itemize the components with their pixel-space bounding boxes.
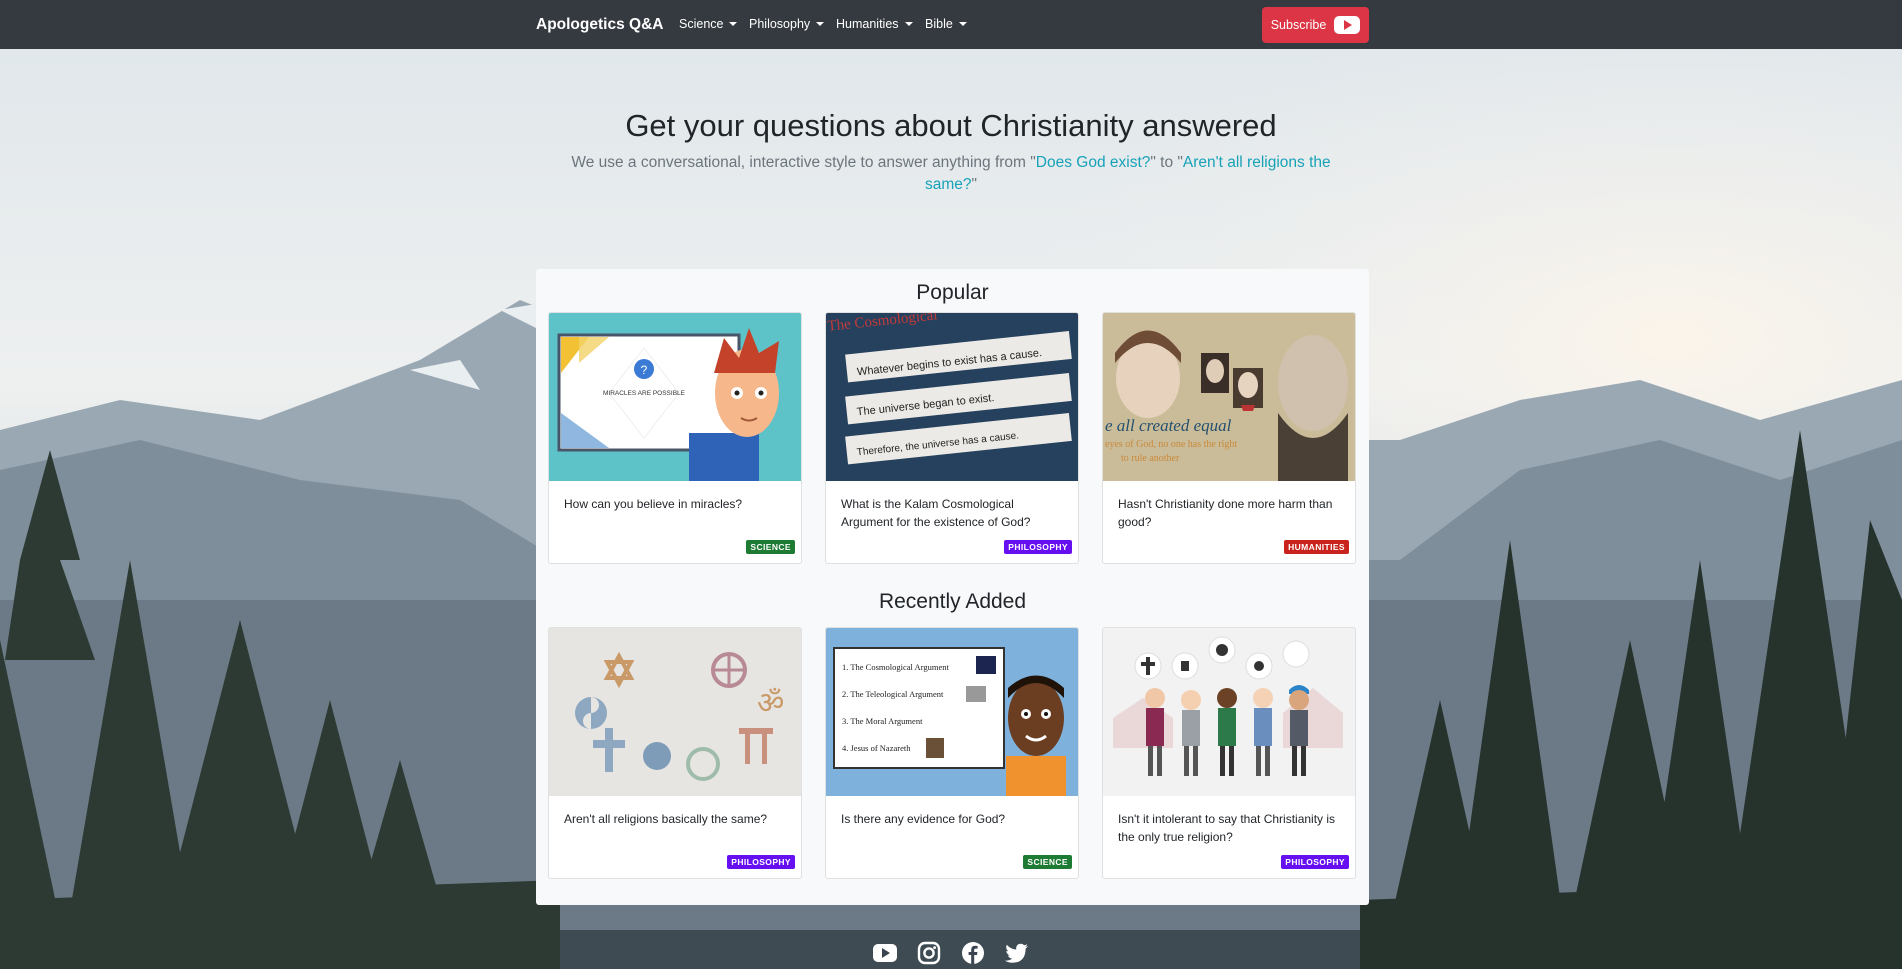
nav-menu-label: Bible [925, 17, 953, 31]
thumb-text: 3. The Moral Argument [842, 716, 923, 726]
category-badge-science: SCIENCE [1023, 855, 1072, 869]
question-text: Hasn't Christianity done more harm than … [1118, 497, 1333, 529]
category-badge-science: SCIENCE [746, 540, 795, 554]
instagram-icon[interactable] [916, 941, 942, 965]
page-subtitle: We use a conversational, interactive sty… [570, 152, 1332, 196]
chevron-down-icon [816, 22, 825, 26]
question-card-intolerant[interactable]: Isn't it intolerant to say that Christia… [1102, 627, 1356, 879]
question-text: What is the Kalam Cosmological Argument … [841, 497, 1031, 529]
subscribe-button[interactable]: Subscribe [1262, 7, 1369, 43]
chevron-down-icon [729, 22, 738, 26]
top-navbar: Apologetics Q&A Science Philosophy Human… [0, 0, 1902, 49]
facebook-icon[interactable] [960, 941, 986, 965]
thumb-text: 4. Jesus of Nazareth [842, 743, 911, 753]
question-card-evidence-for-god[interactable]: 1. The Cosmological Argument 2. The Tele… [825, 627, 1079, 879]
youtube-icon [1334, 16, 1361, 34]
section-title-recently-added: Recently Added [878, 590, 1027, 613]
link-does-god-exist[interactable]: Does God exist? [1036, 154, 1151, 171]
thumb-text: to rule another [1121, 453, 1180, 464]
svg-text:ॐ: ॐ [757, 686, 784, 721]
nav-menu-bible[interactable]: Bible [925, 17, 967, 31]
youtube-icon[interactable] [872, 941, 898, 965]
category-badge-humanities: HUMANITIES [1284, 540, 1349, 554]
section-title-popular: Popular [916, 281, 989, 304]
social-links [0, 941, 1902, 965]
brand-logo[interactable]: Apologetics Q&A [536, 16, 663, 34]
category-badge-philosophy: PHILOSOPHY [1281, 855, 1349, 869]
thumbnail-evidence: 1. The Cosmological Argument 2. The Tele… [826, 628, 1078, 796]
thumb-text: MIRACLES ARE POSSIBLE [603, 390, 686, 397]
thumbnail-miracles: ? MIRACLES ARE POSSIBLE [549, 313, 801, 481]
thumbnail-religious-symbols: ॐ [549, 628, 801, 796]
question-card-kalam[interactable]: The Cosmological Whatever begins to exis… [825, 312, 1079, 564]
nav-menu-humanities[interactable]: Humanities [836, 17, 913, 31]
question-text: Isn't it intolerant to say that Christia… [1118, 812, 1336, 844]
subtitle-text: We use a conversational, interactive sty… [571, 154, 1036, 171]
thumb-text: eyes of God, no one has the right [1105, 439, 1237, 450]
subtitle-text: " to " [1150, 154, 1183, 171]
chevron-down-icon [958, 22, 967, 26]
thumbnail-kalam: The Cosmological Whatever begins to exis… [826, 313, 1078, 481]
subscribe-label: Subscribe [1270, 18, 1327, 32]
thumb-text: 2. The Teleological Argument [842, 689, 944, 699]
thumbnail-people-of-faiths [1103, 628, 1355, 796]
thumb-text: e all created equal [1105, 416, 1232, 435]
question-card-miracles[interactable]: ? MIRACLES ARE POSSIBLE How can you beli… [548, 312, 802, 564]
category-badge-philosophy: PHILOSOPHY [727, 855, 795, 869]
thumb-text: 1. The Cosmological Argument [842, 662, 950, 672]
thumbnail-harm: e all created equal eyes of God, no one … [1103, 313, 1355, 481]
question-card-all-religions[interactable]: ॐ Aren't all religions basically the sam… [548, 627, 802, 879]
question-card-harm[interactable]: e all created equal eyes of God, no one … [1102, 312, 1356, 564]
svg-text:?: ? [641, 363, 648, 377]
nav-menu-label: Science [679, 17, 724, 31]
question-text: How can you believe in miracles? [564, 497, 743, 511]
nav-menu-label: Humanities [836, 17, 899, 31]
page-title: Get your questions about Christianity an… [625, 108, 1277, 143]
category-badge-philosophy: PHILOSOPHY [1004, 540, 1072, 554]
nav-menu-label: Philosophy [749, 17, 811, 31]
question-text: Is there any evidence for God? [841, 812, 1006, 826]
content-panel: Popular ? MIRACLES ARE POSSIBLE How can … [536, 269, 1369, 905]
nav-menu-philosophy[interactable]: Philosophy [749, 17, 825, 31]
nav-menu-science[interactable]: Science [679, 17, 738, 31]
chevron-down-icon [904, 22, 913, 26]
question-text: Aren't all religions basically the same? [564, 812, 768, 826]
twitter-icon[interactable] [1004, 941, 1030, 965]
subtitle-text: " [971, 176, 978, 193]
